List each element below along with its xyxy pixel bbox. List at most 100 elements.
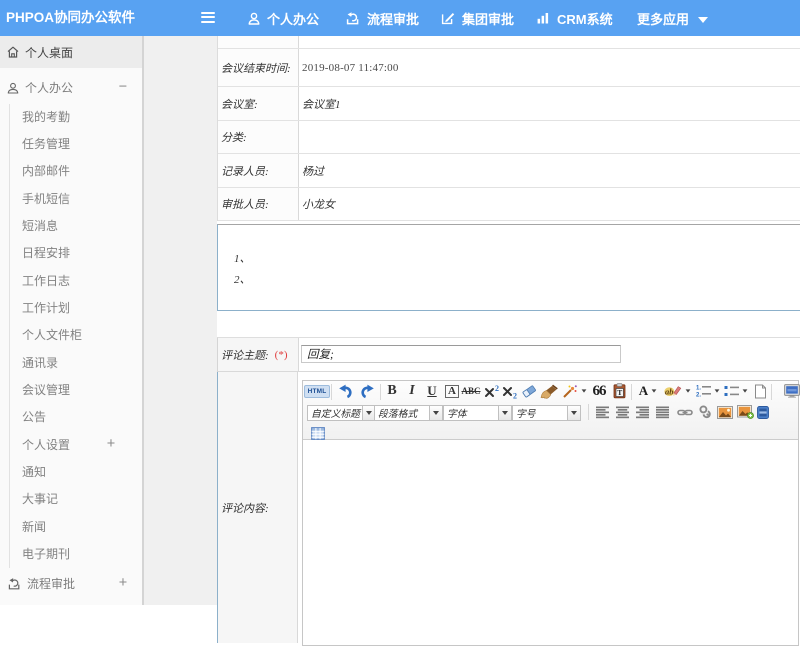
rich-text-editor: HTMLBIUAABC2266TAab1.2.自定义标题段落格式字体字号 (302, 380, 799, 646)
format-brush-icon[interactable] (539, 382, 559, 400)
svg-text:1.: 1. (696, 386, 701, 392)
sidebar-subitem-6[interactable]: 工作日志 (10, 268, 142, 295)
nav-item-2[interactable]: 集团审批 (441, 0, 514, 36)
comment-subject-row: 评论主题: (*) (218, 338, 800, 372)
home-icon (7, 46, 19, 58)
bold-icon[interactable]: B (383, 382, 401, 400)
sidebar-subitem-2[interactable]: 内部邮件 (10, 158, 142, 185)
combo-caret-icon[interactable] (568, 405, 581, 421)
sidebar-subitem-label: 内部邮件 (22, 164, 70, 178)
link-icon[interactable] (676, 403, 694, 421)
chart-icon (536, 11, 550, 25)
autotypeset-icon[interactable] (561, 382, 588, 400)
nav-item-4[interactable]: 更多应用 (637, 0, 708, 36)
sidebar: 个人桌面 个人办公 − 我的考勤任务管理内部邮件手机短信短消息日程安排工作日志工… (0, 36, 144, 605)
field-value: 2019-08-07 11:47:00 (299, 49, 800, 86)
sidebar-subitem-16[interactable]: 电子期刊 (10, 541, 142, 568)
backcolor-icon[interactable]: ab (663, 382, 691, 400)
italic-icon[interactable]: I (403, 382, 421, 400)
sidebar-item-flow-approval[interactable]: 流程审批 + (0, 571, 142, 596)
sidebar-subitem-label: 个人设置 (22, 438, 70, 452)
sidebar-subitem-4[interactable]: 短消息 (10, 213, 142, 240)
field-value: 小龙女 (299, 188, 800, 220)
combo-caret-icon[interactable] (430, 405, 443, 421)
align-left-icon[interactable] (594, 403, 611, 421)
align-justify-icon[interactable] (654, 403, 671, 421)
nav-item-3[interactable]: CRM系统 (536, 0, 613, 36)
snapscreen-icon[interactable] (735, 403, 756, 421)
sidebar-subitem-9[interactable]: 通讯录 (10, 350, 142, 377)
sidebar-subitem-15[interactable]: 新闻 (10, 514, 142, 541)
strikethrough-icon[interactable]: ABC (461, 382, 481, 400)
field-label: 评论内容: (221, 500, 269, 516)
sidebar-subitem-label: 我的考勤 (22, 110, 70, 124)
paste-icon[interactable]: T (610, 382, 628, 400)
required-mark: (*) (275, 349, 288, 361)
collapse-icon[interactable]: − (116, 81, 130, 95)
table-row: 审批人员:小龙女 (218, 188, 800, 221)
field-label: 会议室: (218, 87, 299, 120)
expand-icon[interactable]: + (116, 577, 130, 591)
blockquote-icon[interactable]: 66 (590, 382, 608, 400)
editor-content-area[interactable] (303, 440, 798, 645)
redo-icon[interactable] (357, 382, 377, 400)
source-button[interactable]: HTML (306, 382, 328, 400)
nav-item-0[interactable]: 个人办公 (248, 0, 319, 36)
media-icon[interactable] (755, 403, 771, 421)
sidebar-subitem-0[interactable]: 我的考勤 (10, 104, 142, 131)
table-row: 会议结束时间:2019-08-07 11:47:00 (218, 49, 800, 87)
insert-table-icon[interactable] (309, 424, 326, 442)
editor-toolbar: HTMLBIUAABC2266TAab1.2.自定义标题段落格式字体字号 (303, 381, 798, 440)
font-border-icon[interactable]: A (443, 382, 461, 400)
toolbar-separator (588, 404, 589, 420)
forecolor-icon[interactable]: A (636, 382, 660, 400)
align-center-icon[interactable] (614, 403, 631, 421)
sidebar-subitem-12[interactable]: 个人设置 + (10, 432, 142, 459)
sidebar-item-desktop[interactable]: 个人桌面 (0, 36, 142, 68)
image-icon[interactable] (715, 403, 734, 421)
comment-content-label: 评论内容: (217, 372, 298, 643)
toolbar-separator (771, 384, 772, 400)
combo-caret-icon[interactable] (499, 405, 512, 421)
sidebar-subitem-10[interactable]: 会议管理 (10, 377, 142, 404)
sidebar-subitem-7[interactable]: 工作计划 (10, 295, 142, 322)
sidebar-subitem-1[interactable]: 任务管理 (10, 131, 142, 158)
combo-font-family[interactable]: 字体 (443, 405, 512, 421)
nav-item-label: 个人办公 (267, 9, 319, 28)
sidebar-submenu: 我的考勤任务管理内部邮件手机短信短消息日程安排工作日志工作计划个人文件柜通讯录会… (9, 104, 142, 569)
sidebar-subitem-label: 公告 (22, 410, 46, 424)
sidebar-subitem-11[interactable]: 公告 (10, 404, 142, 431)
preview-icon[interactable] (781, 382, 800, 400)
ordered-list-icon[interactable]: 1.2. (694, 382, 721, 400)
combo-paragraph[interactable]: 段落格式 (374, 405, 443, 421)
nav-item-label: 流程审批 (367, 9, 419, 28)
field-value (299, 121, 800, 153)
sidebar-subitem-14[interactable]: 大事记 (10, 486, 142, 513)
nav-item-1[interactable]: 流程审批 (345, 0, 419, 36)
combo-value: 段落格式 (374, 405, 430, 421)
menu-toggle-icon[interactable] (201, 12, 215, 24)
undo-icon[interactable] (336, 382, 356, 400)
eraser-icon[interactable] (520, 382, 538, 400)
underline-icon[interactable]: U (423, 382, 441, 400)
combo-value: 自定义标题 (307, 405, 363, 421)
combo-style[interactable]: 自定义标题 (307, 405, 376, 421)
combo-font-size[interactable]: 字号 (512, 405, 581, 421)
sidebar-subitem-8[interactable]: 个人文件柜 (10, 322, 142, 349)
new-page-icon[interactable] (752, 382, 768, 400)
unordered-list-icon[interactable] (722, 382, 750, 400)
toolbar-separator (380, 384, 381, 400)
nav-item-label: CRM系统 (557, 9, 613, 28)
meeting-form-table: 会议结束时间:2019-08-07 11:47:00会议室:会议室1分类:记录人… (217, 36, 800, 221)
align-right-icon[interactable] (634, 403, 651, 421)
superscript-icon[interactable]: 2 (483, 382, 501, 400)
sidebar-item-label: 流程审批 (27, 575, 75, 592)
comment-subject-input[interactable] (301, 345, 621, 363)
subscript-icon[interactable]: 2 (501, 382, 519, 400)
expand-icon[interactable]: + (104, 438, 118, 452)
sidebar-subitem-5[interactable]: 日程安排 (10, 240, 142, 267)
sidebar-subitem-13[interactable]: 通知 (10, 459, 142, 486)
anchor-icon[interactable] (696, 403, 714, 421)
sidebar-item-personal-office[interactable]: 个人办公 − (0, 75, 142, 100)
sidebar-subitem-3[interactable]: 手机短信 (10, 186, 142, 213)
